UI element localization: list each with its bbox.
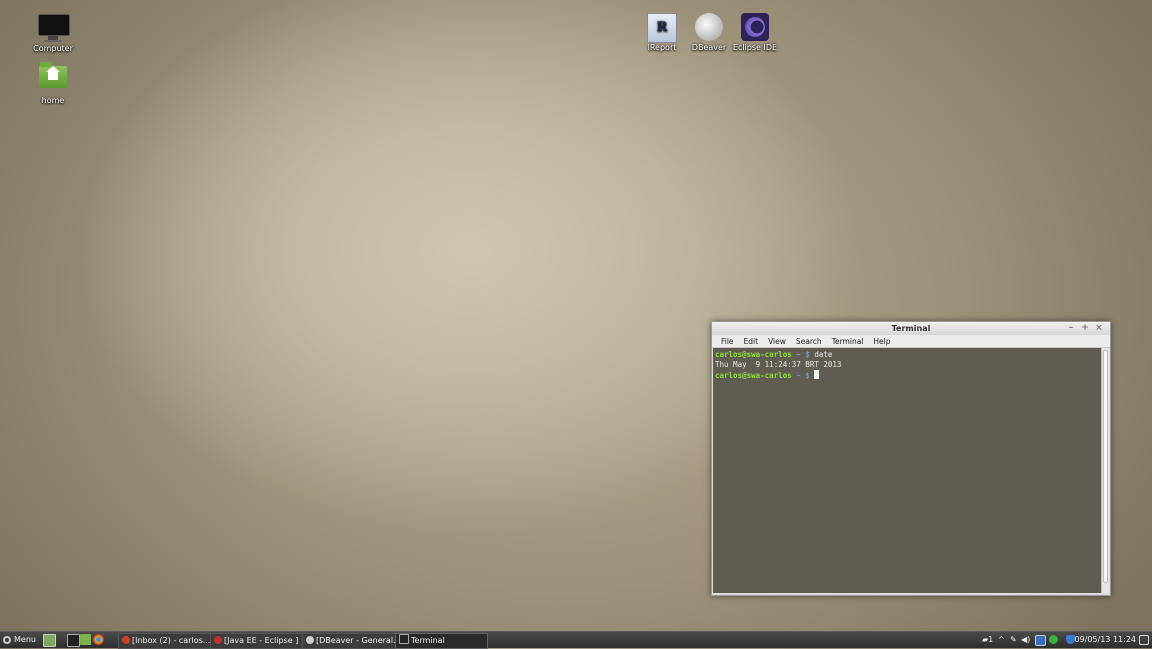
taskbar-task-eclipse[interactable]: [Java EE - Eclipse ] <box>210 633 303 649</box>
menu-edit[interactable]: Edit <box>739 335 764 347</box>
terminal-scrollbar[interactable] <box>1101 348 1109 593</box>
clock[interactable]: 09/05/13 11:24 <box>1074 632 1136 648</box>
terminal-task-icon <box>399 634 409 644</box>
desktop-icon-home[interactable]: home <box>25 62 81 105</box>
volume-icon[interactable]: ◀) <box>1021 632 1030 648</box>
monitor-icon <box>38 14 70 42</box>
task-label: [Java EE - Eclipse ] <box>224 636 299 645</box>
terminal-line: carlos@swa-carlos ~ $ date <box>715 350 1099 360</box>
desktop-icon-label: home <box>41 96 65 105</box>
command-text: date <box>814 350 833 359</box>
terminal-launcher-icon[interactable] <box>67 634 80 647</box>
text-cursor <box>814 370 820 379</box>
show-desktop-icon[interactable] <box>43 634 56 647</box>
menu-search[interactable]: Search <box>791 335 827 347</box>
eclipse-task-icon <box>214 636 222 644</box>
terminal-line: carlos@swa-carlos ~ $ <box>715 370 1099 381</box>
task-label: Terminal <box>411 636 445 645</box>
files-launcher-icon[interactable] <box>80 634 91 645</box>
menu-help[interactable]: Help <box>868 335 895 347</box>
dbeaver-icon <box>694 13 724 41</box>
prompt-user: carlos@swa-carlos <box>715 350 792 359</box>
prompt-path: ~ $ <box>796 371 810 380</box>
eclipse-icon <box>740 13 770 41</box>
taskbar-task-inbox[interactable]: [Inbox (2) - carlos... <box>118 633 211 649</box>
taskbar-task-dbeaver[interactable]: [DBeaver - General... <box>302 633 397 649</box>
menu-label: Menu <box>14 635 36 644</box>
menu-file[interactable]: File <box>716 335 739 347</box>
maximize-icon[interactable]: + <box>1079 322 1091 335</box>
terminal-output[interactable]: carlos@swa-carlos ~ $ date Thu May 9 11:… <box>713 348 1101 593</box>
prompt-user: carlos@swa-carlos <box>715 371 792 380</box>
desktop-icon-label: Computer <box>33 44 73 53</box>
home-folder-icon <box>38 62 68 94</box>
update-manager-icon[interactable] <box>1049 635 1058 644</box>
desktop-icon-eclipse[interactable]: Eclipse IDE <box>727 13 783 52</box>
prompt-path: ~ $ <box>796 350 810 359</box>
menu-terminal[interactable]: Terminal <box>827 335 869 347</box>
chrome-launcher-icon[interactable] <box>93 634 104 645</box>
workspace-icon[interactable] <box>1139 635 1149 645</box>
task-label: [DBeaver - General... <box>316 636 397 645</box>
pen-icon[interactable]: ✎ <box>1010 632 1017 648</box>
command-output: Thu May 9 11:24:37 BRT 2013 <box>715 360 842 369</box>
terminal-window[interactable]: Terminal – + × File Edit View Search Ter… <box>711 321 1111 596</box>
dbeaver-task-icon <box>306 636 314 644</box>
taskbar-task-terminal[interactable]: Terminal <box>395 633 488 649</box>
task-label: [Inbox (2) - carlos... <box>132 636 211 645</box>
ireport-icon: R <box>647 13 677 43</box>
terminal-titlebar[interactable]: Terminal – + × <box>712 322 1110 335</box>
menu-button[interactable]: Menu <box>3 632 36 648</box>
chevron-up-icon[interactable]: ^ <box>998 632 1005 648</box>
menu-view[interactable]: View <box>763 335 791 347</box>
desktop-icon-computer[interactable]: Computer <box>25 14 81 53</box>
notification-count: 1 <box>988 635 994 644</box>
terminal-line: Thu May 9 11:24:37 BRT 2013 <box>715 360 1099 370</box>
minimize-icon[interactable]: – <box>1065 322 1077 335</box>
terminal-menubar: File Edit View Search Terminal Help <box>712 335 1110 348</box>
network-icon[interactable] <box>1035 635 1046 646</box>
window-title: Terminal <box>891 324 931 333</box>
desktop-icon-label: Eclipse IDE <box>732 43 778 52</box>
gear-icon <box>3 636 11 644</box>
taskbar: Menu [Inbox (2) - carlos... [Java EE - E… <box>0 631 1152 649</box>
chrome-icon <box>122 636 130 644</box>
notifications-indicator[interactable]: ▰1 <box>982 632 993 648</box>
close-icon[interactable]: × <box>1093 322 1105 335</box>
